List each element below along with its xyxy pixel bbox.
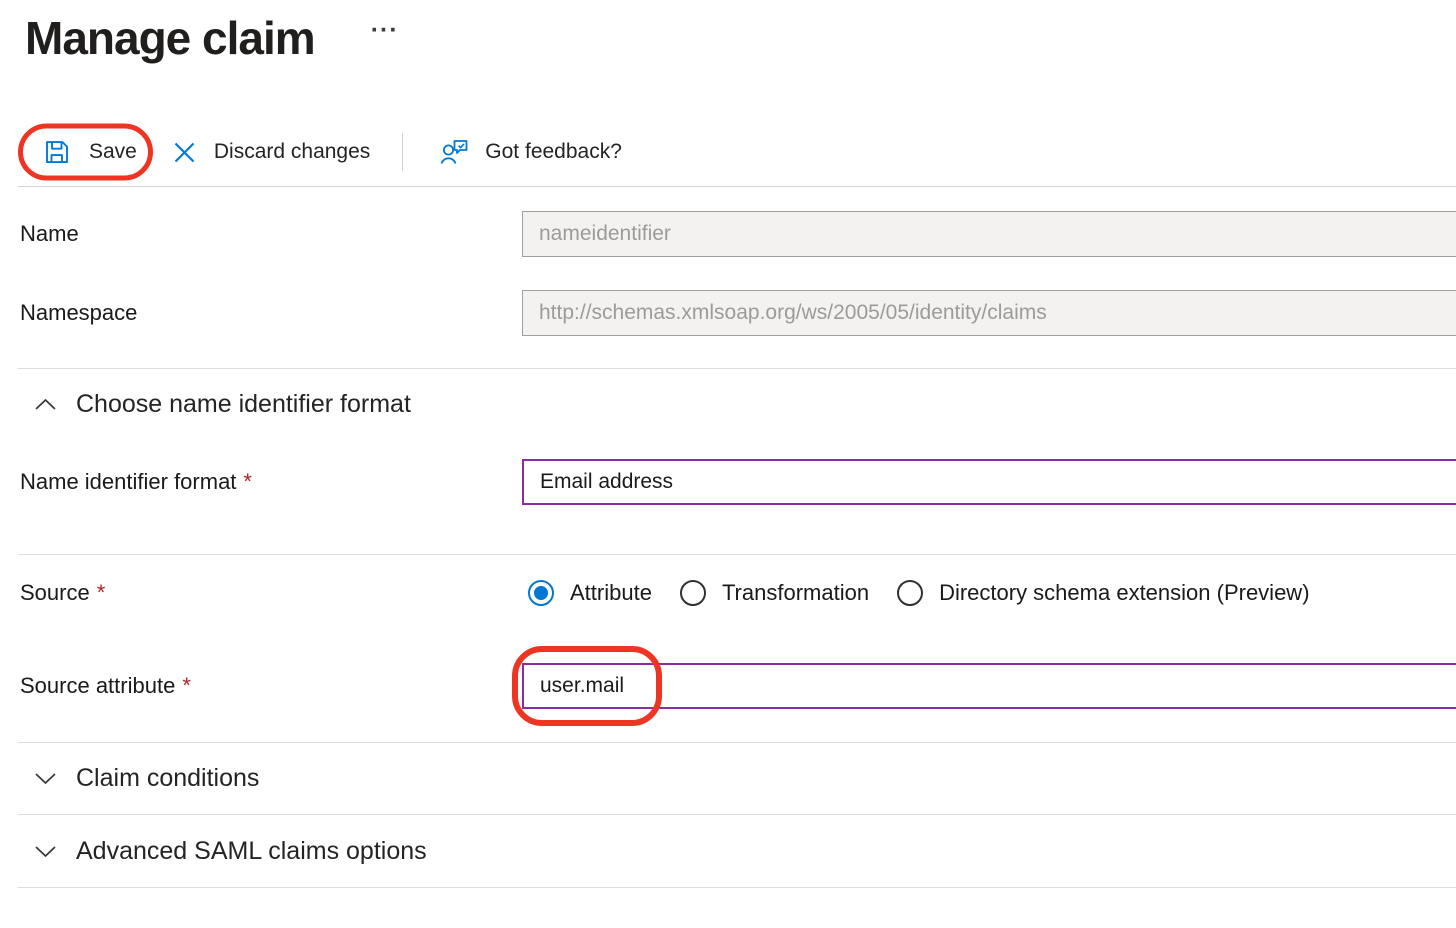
radio-unselected-icon xyxy=(680,580,706,606)
required-asterisk: * xyxy=(182,673,191,698)
got-feedback-button[interactable]: Got feedback? xyxy=(438,136,622,168)
name-field-row: Name xyxy=(20,211,1456,257)
radio-selected-icon xyxy=(528,580,554,606)
save-button[interactable]: Save xyxy=(20,137,149,167)
name-input xyxy=(522,211,1456,257)
save-icon xyxy=(42,137,72,167)
overflow-menu-button[interactable]: ··· xyxy=(371,16,399,45)
section-divider xyxy=(18,887,1456,888)
chevron-up-icon xyxy=(34,397,57,412)
section-header-advanced-saml-claims-options[interactable]: Advanced SAML claims options xyxy=(34,815,1456,887)
feedback-person-icon xyxy=(438,136,470,168)
section-divider xyxy=(18,554,1456,555)
page-title: Manage claim xyxy=(25,10,315,66)
discard-changes-button[interactable]: Discard changes xyxy=(171,139,370,166)
chevron-down-icon xyxy=(34,844,57,859)
radio-option-directory-schema-extension[interactable]: Directory schema extension (Preview) xyxy=(897,580,1309,606)
source-attribute-label: Source attribute* xyxy=(20,673,522,699)
name-label: Name xyxy=(20,221,522,247)
namespace-field-row: Namespace xyxy=(20,290,1456,336)
chevron-down-icon xyxy=(34,771,57,786)
namespace-input xyxy=(522,290,1456,336)
radio-option-transformation[interactable]: Transformation xyxy=(680,580,869,606)
section-divider xyxy=(18,368,1456,369)
source-attribute-input[interactable] xyxy=(522,663,1456,709)
radio-unselected-icon xyxy=(897,580,923,606)
section-title: Choose name identifier format xyxy=(76,390,411,419)
required-asterisk: * xyxy=(97,580,106,605)
page-header: Manage claim ··· xyxy=(0,0,1456,66)
name-identifier-format-row: Name identifier format* Email address xyxy=(20,459,1456,505)
section-title: Advanced SAML claims options xyxy=(76,837,427,866)
source-attribute-row: Source attribute* xyxy=(20,663,1456,709)
name-identifier-format-label: Name identifier format* xyxy=(20,469,522,495)
namespace-label: Namespace xyxy=(20,300,522,326)
close-icon xyxy=(171,139,198,166)
radio-option-attribute[interactable]: Attribute xyxy=(528,580,652,606)
section-header-claim-conditions[interactable]: Claim conditions xyxy=(34,743,1456,814)
source-row: Source* Attribute Transformation Directo… xyxy=(20,578,1456,608)
required-asterisk: * xyxy=(243,469,252,494)
radio-label: Directory schema extension (Preview) xyxy=(939,580,1309,606)
toolbar-separator xyxy=(402,133,403,171)
source-radio-group: Attribute Transformation Directory schem… xyxy=(522,580,1456,606)
radio-label: Attribute xyxy=(570,580,652,606)
source-label: Source* xyxy=(20,580,522,606)
got-feedback-label: Got feedback? xyxy=(485,140,622,164)
toolbar-divider xyxy=(18,186,1456,187)
save-button-label: Save xyxy=(89,140,137,164)
section-header-choose-name-identifier-format[interactable]: Choose name identifier format xyxy=(34,389,1456,419)
section-title: Claim conditions xyxy=(76,764,259,793)
command-bar: Save Discard changes Got feedback? xyxy=(20,122,1456,182)
name-identifier-format-select[interactable]: Email address xyxy=(522,459,1456,505)
discard-changes-label: Discard changes xyxy=(214,140,370,164)
radio-label: Transformation xyxy=(722,580,869,606)
